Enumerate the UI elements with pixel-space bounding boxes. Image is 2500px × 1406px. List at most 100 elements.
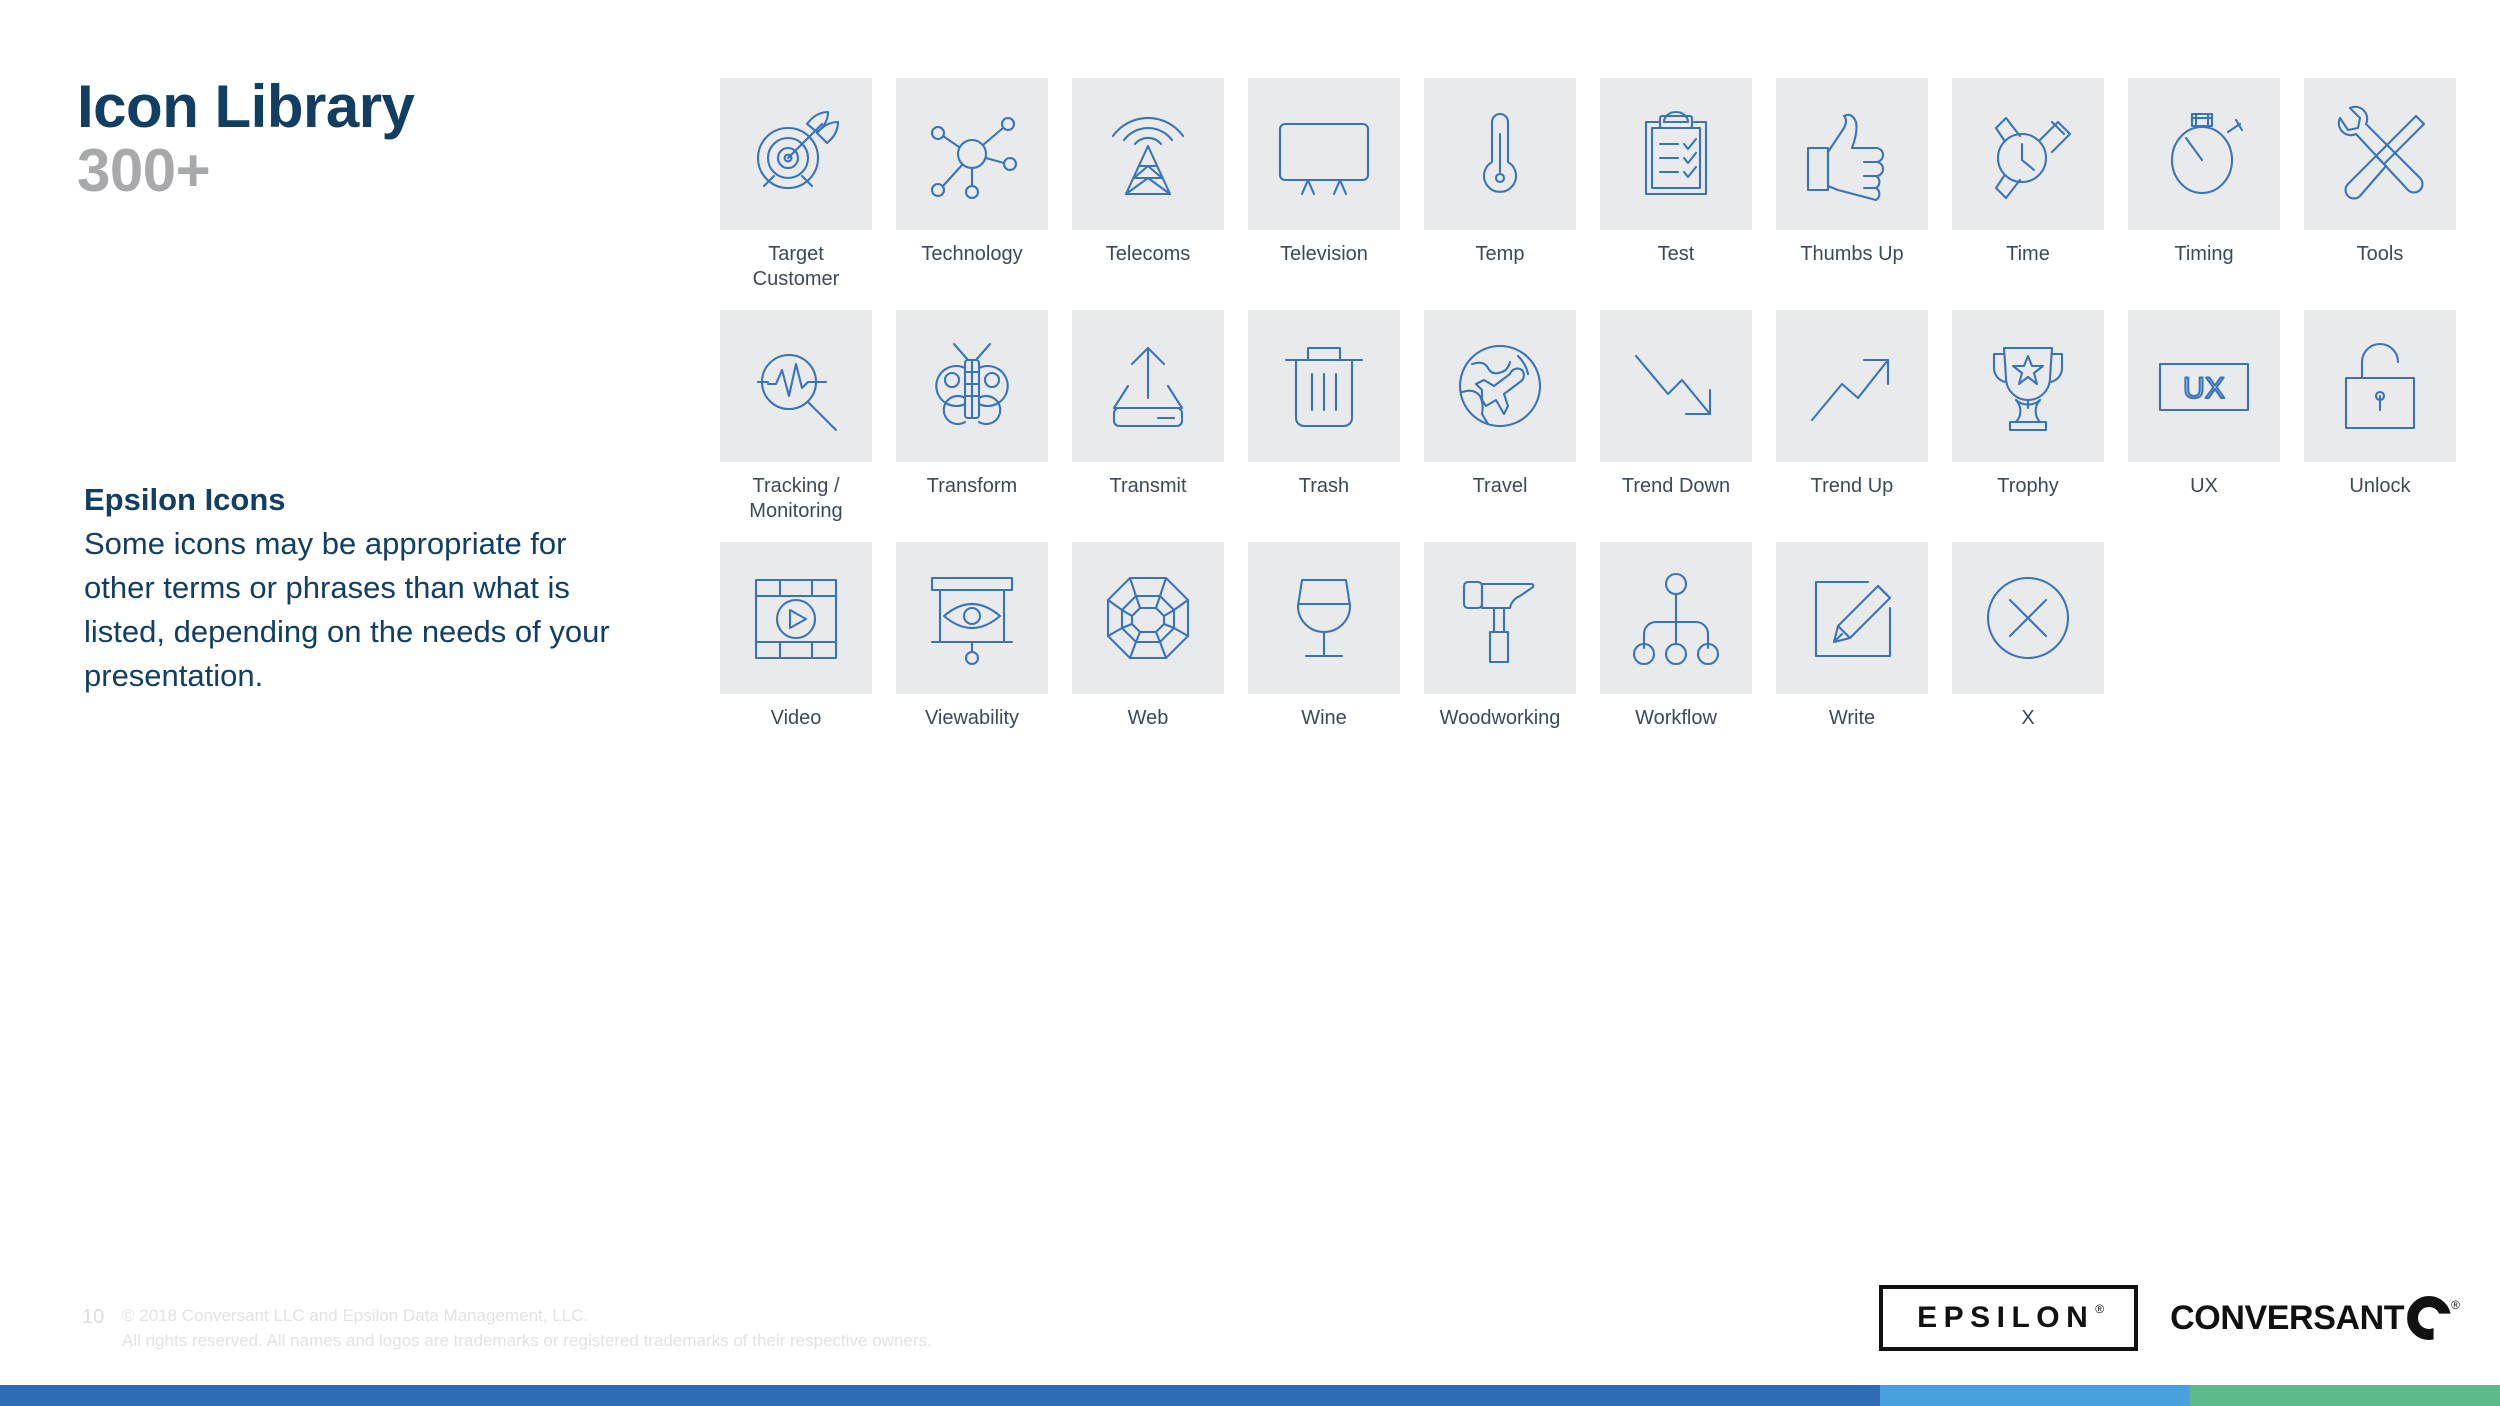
icon-label: Television [1280, 243, 1368, 265]
wine-icon[interactable] [1248, 542, 1400, 694]
icon-cell[interactable]: Test [1600, 78, 1752, 267]
write-icon[interactable] [1776, 542, 1928, 694]
icon-label: Test [1657, 243, 1695, 265]
conversant-logo: CONVERSANT ® [2170, 1296, 2460, 1340]
icon-label: X [2021, 707, 2035, 729]
icon-cell[interactable]: Viewability [896, 542, 1048, 731]
svg-text:UX: UX [2183, 372, 2225, 405]
web-icon[interactable] [1072, 542, 1224, 694]
icon-cell[interactable]: Time [1952, 78, 2104, 267]
icon-cell[interactable]: Web [1072, 542, 1224, 731]
icon-cell[interactable]: Travel [1424, 310, 1576, 499]
tracking-monitoring-icon[interactable] [720, 310, 872, 462]
icon-cell[interactable]: X [1952, 542, 2104, 731]
note-body: Some icons may be appropriate for other … [84, 526, 610, 694]
workflow-icon[interactable] [1600, 542, 1752, 694]
icon-label: Write [1828, 707, 1876, 729]
icon-label: Workflow [1635, 707, 1717, 729]
x-icon[interactable] [1952, 542, 2104, 694]
icon-cell[interactable]: Trend Down [1600, 310, 1752, 499]
copyright-text: © 2018 Conversant LLC and Epsilon Data M… [122, 1306, 932, 1350]
telecoms-icon[interactable] [1072, 78, 1224, 230]
icon-cell[interactable]: Thumbs Up [1776, 78, 1928, 267]
transmit-icon[interactable] [1072, 310, 1224, 462]
icon-label: UX [2190, 475, 2218, 497]
icon-cell[interactable]: Tools [2304, 78, 2456, 267]
icon-cell[interactable]: UX UX [2128, 310, 2280, 499]
icon-cell[interactable]: Workflow [1600, 542, 1752, 731]
icon-label: Technology [921, 243, 1023, 265]
icon-label: Trophy [1997, 475, 2059, 497]
bar-segment-dark-blue [0, 1385, 1880, 1406]
trend-down-icon[interactable] [1600, 310, 1752, 462]
icon-label: Woodworking [1439, 707, 1561, 729]
icon-label: Web [1127, 707, 1169, 729]
note-heading: Epsilon Icons [84, 482, 286, 517]
epsilon-icons-note: Epsilon Icons Some icons may be appropri… [84, 478, 624, 698]
icon-cell[interactable]: Write [1776, 542, 1928, 731]
bar-segment-light-blue [1880, 1385, 2190, 1406]
thumbs-up-icon[interactable] [1776, 78, 1928, 230]
conversant-circle-mark-icon [2407, 1296, 2451, 1340]
icon-label: Transmit [1109, 475, 1187, 497]
icon-cell[interactable]: Trend Up [1776, 310, 1928, 499]
conversant-logo-text: CONVERSANT [2170, 1299, 2405, 1337]
time-icon[interactable] [1952, 78, 2104, 230]
tools-icon[interactable] [2304, 78, 2456, 230]
target-customer-icon[interactable] [720, 78, 872, 230]
icon-cell[interactable]: Television [1248, 78, 1400, 267]
woodworking-icon[interactable] [1424, 542, 1576, 694]
page-number: 10 [82, 1306, 105, 1328]
television-icon[interactable] [1248, 78, 1400, 230]
bottom-color-bar [0, 1385, 2500, 1406]
transform-icon[interactable] [896, 310, 1048, 462]
logo-area: EPSILON ® CONVERSANT ® [1879, 1285, 2460, 1351]
bar-segment-green [2190, 1385, 2500, 1406]
icon-cell[interactable]: Unlock [2304, 310, 2456, 499]
icon-cell[interactable]: Target Customer [720, 78, 872, 293]
trend-up-icon[interactable] [1776, 310, 1928, 462]
icon-row: Tracking / Monitoring Transform Transmit… [720, 310, 2460, 542]
unlock-icon[interactable] [2304, 310, 2456, 462]
icon-cell[interactable]: Tracking / Monitoring [720, 310, 872, 525]
ux-icon[interactable]: UX [2128, 310, 2280, 462]
icon-label: Trend Down [1621, 475, 1731, 497]
temp-icon[interactable] [1424, 78, 1576, 230]
video-icon[interactable] [720, 542, 872, 694]
icon-cell[interactable]: Wine [1248, 542, 1400, 731]
icon-label: Telecoms [1105, 243, 1191, 265]
technology-icon[interactable] [896, 78, 1048, 230]
icon-label: Timing [2174, 243, 2234, 265]
icon-cell[interactable]: Video [720, 542, 872, 731]
icon-cell[interactable]: Timing [2128, 78, 2280, 267]
icon-cell[interactable]: Trophy [1952, 310, 2104, 499]
icon-row: Video Viewability Web Wine Woodworking W… [720, 542, 2460, 774]
icon-label: Viewability [924, 707, 1020, 729]
icon-cell[interactable]: Telecoms [1072, 78, 1224, 267]
icon-cell[interactable]: Transform [896, 310, 1048, 499]
icon-label: Transform [926, 475, 1018, 497]
icon-label: Trash [1298, 475, 1350, 497]
icon-label: Travel [1472, 475, 1528, 497]
icon-cell[interactable]: Woodworking [1424, 542, 1576, 731]
epsilon-logo: EPSILON ® [1879, 1285, 2139, 1351]
icon-row: Target Customer Technology Telecoms Tele… [720, 78, 2460, 310]
icon-cell[interactable]: Transmit [1072, 310, 1224, 499]
icon-label: Unlock [2349, 475, 2411, 497]
trash-icon[interactable] [1248, 310, 1400, 462]
icon-cell[interactable]: Technology [896, 78, 1048, 267]
trophy-icon[interactable] [1952, 310, 2104, 462]
epsilon-logo-text: EPSILON [1917, 1301, 2095, 1334]
test-icon[interactable] [1600, 78, 1752, 230]
timing-icon[interactable] [2128, 78, 2280, 230]
travel-icon[interactable] [1424, 310, 1576, 462]
viewability-icon[interactable] [896, 542, 1048, 694]
registered-trademark-icon: ® [2095, 1302, 2105, 1316]
icon-label: Target Customer [752, 243, 840, 291]
page-title: Icon Library [77, 73, 415, 140]
icon-label: Thumbs Up [1800, 243, 1904, 265]
icon-label: Tracking / Monitoring [749, 475, 843, 523]
icon-cell[interactable]: Temp [1424, 78, 1576, 267]
icon-cell[interactable]: Trash [1248, 310, 1400, 499]
icon-label: Temp [1475, 243, 1525, 265]
